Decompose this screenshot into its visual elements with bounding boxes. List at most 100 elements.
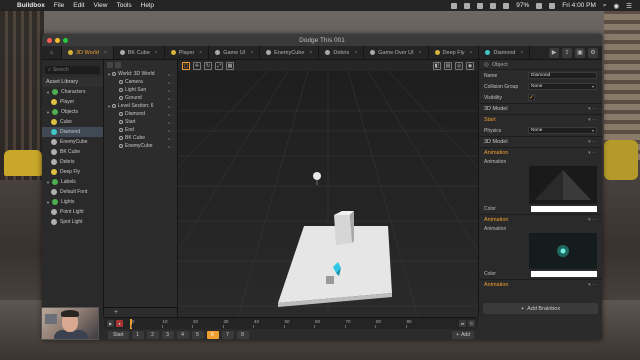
page-button[interactable]: 6 [206,330,219,339]
page-button[interactable]: 7 [221,330,234,339]
animation-preview-2[interactable] [529,233,597,269]
rotate-tool-icon[interactable]: ↻ [204,61,212,70]
view-mode-icon[interactable]: ▤ [444,61,452,70]
visibility-toggle-icon[interactable]: ● ○ [168,96,174,101]
status-icon[interactable] [451,2,458,9]
library-item[interactable]: Player [42,97,103,107]
hierarchy-row[interactable]: ▼ World: 3D World ● ○ [104,70,177,78]
add-node-button[interactable]: + Add [452,330,474,339]
close-tab-icon[interactable]: × [354,50,357,56]
add-item-button[interactable]: + [104,307,177,317]
visibility-toggle-icon[interactable]: ● ○ [168,72,174,77]
section-3d-model[interactable]: 3D Model ▾ ⋯ [479,103,602,114]
bk-cube-pillar[interactable] [334,215,352,245]
gizmo-icon[interactable]: ◉ [466,61,474,70]
visibility-checkbox[interactable]: ✓ [528,94,535,101]
list-icon[interactable]: ☰ [626,2,632,10]
start-node-button[interactable]: Start [108,330,129,339]
close-tab-icon[interactable]: × [199,50,202,56]
page-button[interactable]: 5 [191,330,204,339]
library-item[interactable]: Cube [42,117,103,127]
timeline-settings-icon[interactable]: ↻ [468,320,475,327]
library-item[interactable]: ▼ Objects [42,107,103,117]
menu-help[interactable]: Help [141,2,154,9]
select-tool-icon[interactable]: ▢ [182,61,190,70]
library-item[interactable]: ▼ Characters [42,87,103,97]
scene-viewport[interactable]: ▢ ✛ ↻ ⤢ ▦ ◧ ▤ ◎ ◉ [178,60,478,317]
status-icon[interactable] [490,2,497,9]
close-tab-icon[interactable]: × [521,50,524,56]
hierarchy-tool-icon[interactable] [107,62,113,68]
close-tab-icon[interactable]: × [155,50,158,56]
library-item[interactable]: BK Cube [42,147,103,157]
library-item[interactable]: Debris [42,157,103,167]
close-tab-icon[interactable]: × [470,50,473,56]
preview-icon[interactable]: ▣ [575,47,585,58]
hierarchy-row[interactable]: End ● ○ [104,126,177,134]
menu-file[interactable]: File [54,2,64,9]
color-swatch-2[interactable] [531,271,597,277]
move-tool-icon[interactable]: ✛ [193,61,201,70]
tab-deep-fly[interactable]: Deep Fly × [429,46,480,59]
tab-debris[interactable]: Debris × [319,46,365,59]
tab-enemy-cube[interactable]: EnemyCube × [260,46,320,59]
expand-arrow-icon[interactable]: ▼ [46,180,50,185]
search-input[interactable]: ⌕ Search [45,66,100,74]
hierarchy-row[interactable]: BK Cube ● ○ [104,134,177,142]
library-item[interactable]: EnemyCube [42,137,103,147]
record-icon[interactable]: ● [116,320,123,327]
hierarchy-row[interactable]: EnemyCube ● ○ [104,142,177,150]
tab-3d-world[interactable]: 3D World × [62,46,114,59]
section-animation-2[interactable]: Animation ▾ ⋯ [479,214,602,225]
library-item[interactable]: Deep Fly [42,167,103,177]
menu-app-name[interactable]: Buildbox [17,2,45,9]
battery-icon[interactable] [536,2,543,9]
collision-group-select[interactable]: None ▾ [528,83,597,90]
menu-tools[interactable]: Tools [116,2,131,9]
export-icon[interactable]: ⇪ [562,47,572,58]
page-button[interactable]: 1 [131,330,144,339]
name-field[interactable]: Diamond [528,72,597,79]
close-window-button[interactable] [47,37,52,43]
wifi-icon[interactable] [503,2,510,9]
tab-player[interactable]: Player × [165,46,210,59]
library-item[interactable]: Default Font [42,187,103,197]
hierarchy-row[interactable]: Start ● ○ [104,118,177,126]
hierarchy-row[interactable]: Camera ● ○ [104,78,177,86]
close-tab-icon[interactable]: × [419,50,422,56]
clock[interactable]: Fri 4:00 PM [562,2,596,9]
status-icon[interactable] [464,2,471,9]
animation-preview[interactable] [529,166,597,204]
expand-arrow-icon[interactable]: ▼ [46,200,50,205]
status-icon[interactable] [477,2,484,9]
timeline-ruler[interactable]: 0 10 20 30 40 50 60 70 80 90 [126,318,456,329]
tab-diamond[interactable]: Diamond × [479,46,531,59]
menu-edit[interactable]: Edit [73,2,84,9]
hierarchy-row[interactable]: ▼ Level Section: 6 ● ○ [104,102,177,110]
library-item[interactable]: Diamond [42,127,103,137]
library-item[interactable]: ▼ Lights [42,197,103,207]
zoom-window-button[interactable] [63,37,68,43]
flag-icon[interactable] [549,2,556,9]
visibility-toggle-icon[interactable]: ● ○ [168,120,174,125]
page-button[interactable]: 2 [146,330,159,339]
tab-game-over-ui[interactable]: Game Over UI × [364,46,429,59]
visibility-toggle-icon[interactable]: ● ○ [168,112,174,117]
add-brainbox-button[interactable]: + Add Brainbox [483,303,598,314]
visibility-toggle-icon[interactable]: ● ○ [168,144,174,149]
hierarchy-row[interactable]: Light Sun ● ○ [104,86,177,94]
library-item[interactable]: ▼ Labels [42,177,103,187]
play-icon[interactable]: ▶ [549,47,559,58]
section-animation[interactable]: Animation ▾ ⋯ [479,147,602,158]
page-button[interactable]: 8 [236,330,249,339]
light-sun-icon[interactable] [313,172,321,180]
page-button[interactable]: 4 [176,330,189,339]
minimize-window-button[interactable] [55,37,60,43]
timeline[interactable]: ▶ ● 0 10 20 30 40 50 60 70 80 90 ⇄ ↻ [104,317,478,329]
tab-game-ui[interactable]: Game UI × [209,46,261,59]
loop-icon[interactable]: ⇄ [459,320,466,327]
siri-icon[interactable]: ◉ [614,2,620,10]
expand-arrow-icon[interactable]: ▼ [46,90,50,95]
tab-bk-cube[interactable]: BK Cube × [114,46,165,59]
visibility-toggle-icon[interactable]: ● ○ [168,128,174,133]
